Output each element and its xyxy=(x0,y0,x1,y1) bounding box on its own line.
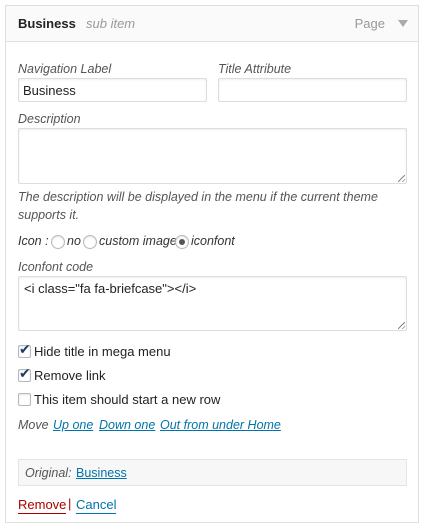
remove-link[interactable]: Remove xyxy=(18,497,67,514)
title-attribute-input[interactable] xyxy=(218,78,407,102)
move-down-one-link[interactable]: Down one xyxy=(99,418,155,432)
move-out-from-under-link[interactable]: Out from under Home xyxy=(160,418,281,432)
icon-radio-custom-image-label: custom image xyxy=(99,234,177,248)
action-separator: | xyxy=(68,496,72,511)
menu-item-subtitle: sub item xyxy=(86,16,136,31)
description-textarea[interactable] xyxy=(18,128,407,184)
menu-item-bar[interactable]: Business sub item Page xyxy=(6,6,418,42)
iconfont-code-label: Iconfont code xyxy=(18,260,94,274)
iconfont-code-textarea[interactable]: <i class="fa fa-briefcase"></i> xyxy=(18,276,407,331)
original-label: Original: xyxy=(25,466,72,480)
original-link[interactable]: Business xyxy=(76,466,127,480)
title-attribute-label: Title Attribute xyxy=(218,62,292,76)
description-label: Description xyxy=(18,112,81,126)
menu-item-type: Page xyxy=(354,16,385,31)
icon-radio-custom-image[interactable] xyxy=(83,235,97,249)
menu-item-settings: Navigation Label Title Attribute Descrip… xyxy=(6,43,418,523)
navigation-label-input[interactable] xyxy=(18,78,207,102)
icon-radio-no[interactable] xyxy=(51,235,65,249)
original-box: Original: Business xyxy=(18,459,407,486)
icon-radio-no-label: no xyxy=(67,234,81,248)
cancel-link[interactable]: Cancel xyxy=(76,497,117,514)
resize-grip-icon[interactable] xyxy=(398,322,405,329)
new-row-checkbox[interactable] xyxy=(18,393,31,406)
move-label: Move xyxy=(18,418,49,432)
navigation-label-label: Navigation Label xyxy=(18,62,112,76)
description-help-text: The description will be displayed in the… xyxy=(18,190,378,222)
menu-item-title: Business xyxy=(18,16,76,31)
icon-radio-iconfont[interactable] xyxy=(175,235,189,249)
hide-title-label: Hide title in mega menu xyxy=(34,344,171,359)
new-row-label: This item should start a new row xyxy=(34,392,221,407)
chevron-down-icon[interactable] xyxy=(398,20,408,27)
menu-item-panel: Business sub item Page Navigation Label … xyxy=(5,5,419,523)
hide-title-checkbox[interactable] xyxy=(18,342,31,358)
resize-grip-icon[interactable] xyxy=(398,175,405,182)
remove-link-checkbox[interactable] xyxy=(18,366,31,382)
move-up-one-link[interactable]: Up one xyxy=(53,418,93,432)
remove-link-label: Remove link xyxy=(34,368,106,383)
icon-label: Icon : xyxy=(18,234,49,248)
icon-radio-iconfont-label: iconfont xyxy=(191,234,235,248)
